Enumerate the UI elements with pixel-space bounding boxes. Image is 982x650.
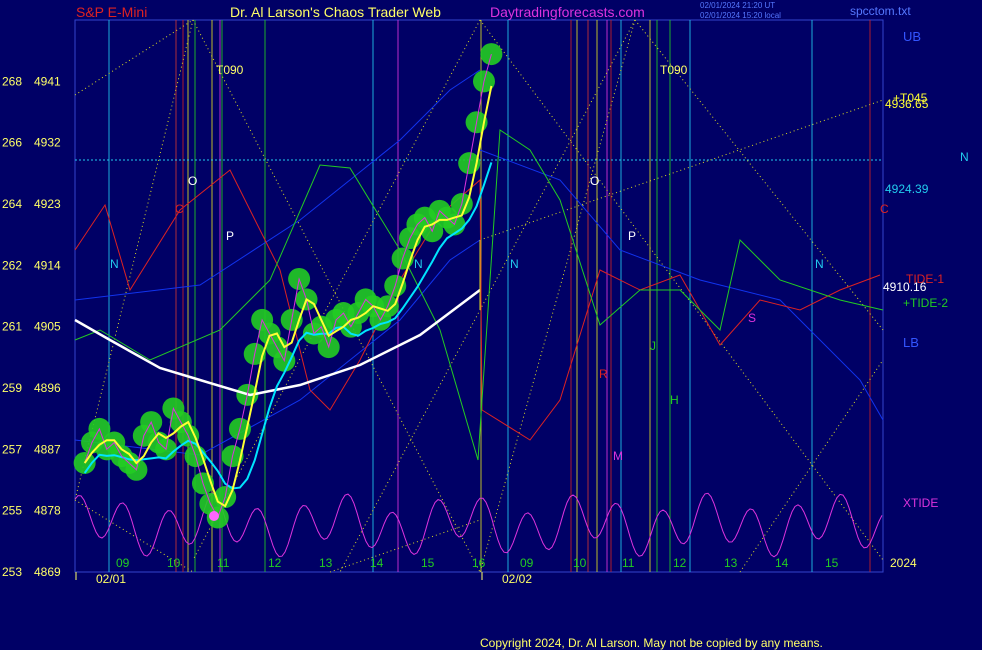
date-label: 02/01 [96,572,126,586]
y-axis-labels: 253 4869 255 4878 257 4887 259 4896 261 4905 262 49… [2,74,61,579]
y-tick-left: 266 [2,136,22,150]
copyright-text: Copyright 2024, Dr. Al Larson. May not b… [480,636,823,650]
y-tick-right: 4914 [34,258,61,272]
cycle-marker: H [670,393,679,407]
price-glow-point [480,43,503,66]
site-title: Dr. Al Larson's Chaos Trader Web [230,4,441,20]
y-tick-left: 257 [2,442,22,456]
y-tick-left: 253 [2,565,22,579]
x-hour-label: 09 [520,556,534,570]
y-tick-right: 4896 [34,381,61,395]
ub-label: UB [903,29,921,44]
cycle-marker: P [226,229,234,243]
x-hour-label: 10 [167,556,181,570]
x-hour-label: 14 [775,556,789,570]
y-tick-right: 4923 [34,197,61,211]
cycle-marker: O [590,174,599,188]
year-label: 2024 [890,556,917,570]
y-tick-right: 4905 [34,320,61,334]
x-hour-label: 11 [622,556,635,570]
x-hour-label: 12 [268,556,282,570]
cycle-marker: N [815,257,824,271]
cycle-marker: N [110,257,119,271]
x-hour-label: 09 [116,556,130,570]
cycle-marker: P [628,229,636,243]
cycle-marker: N [510,257,519,271]
y-tick-right: 4941 [34,74,61,88]
level-c-value: 4910.16 [883,280,927,294]
cycle-marker: J [650,339,656,353]
y-tick-right: 4869 [34,565,61,579]
x-hour-label: 11 [217,556,230,570]
xtide-label: XTIDE [903,496,938,510]
chaos-chart: OPNCT090OPN N NCT090RMHJS 253 4869255 487825… [2,1,969,650]
y-tick-left: 264 [2,197,22,211]
y-tick-left: 261 [2,320,22,334]
cycle-marker: C [175,202,184,216]
x-hour-label: 15 [421,556,435,570]
cycle-marker: M [613,449,623,463]
level-b-value: 4924.39 [885,182,929,196]
cycle-marker: R [599,367,608,381]
site-url-link[interactable]: Daytradingforecasts.com [490,4,645,20]
tide2-label: +TIDE-2 [903,296,948,310]
cycle-marker: T090 [216,63,244,77]
cycle-marker: S [748,311,756,325]
cycle-marker: N [414,257,423,271]
x-hour-label: 15 [825,556,839,570]
y-tick-right: 4887 [34,442,61,456]
cycle-marker: T090 [660,63,688,77]
instrument-title: S&P E-Mini [76,4,147,20]
file-name: spcctom.txt [850,4,911,18]
cycle-marker: C [880,202,889,216]
y-tick-left: 268 [2,74,22,88]
x-hour-label: 13 [724,556,738,570]
level-a-value: 4936.65 [885,97,929,111]
date-label: 02/02 [502,572,532,586]
n-label-right: N [960,150,969,164]
lb-label: LB [903,335,919,350]
y-tick-left: 259 [2,381,22,395]
timestamp-ut: 02/01/2024 21:20 UT [700,1,775,10]
y-tick-right: 4878 [34,504,61,518]
x-hour-label: 16 [472,556,486,570]
x-hour-label: 12 [673,556,687,570]
y-tick-left: 255 [2,504,22,518]
low-marker [209,511,219,521]
y-tick-left: 262 [2,258,22,272]
x-hour-label: 10 [573,556,587,570]
y-tick-right: 4932 [34,136,61,150]
x-hour-label: 14 [370,556,384,570]
x-hour-label: 13 [319,556,333,570]
timestamp-local: 02/01/2024 15:20 local [700,11,781,20]
cycle-marker: O [188,174,197,188]
